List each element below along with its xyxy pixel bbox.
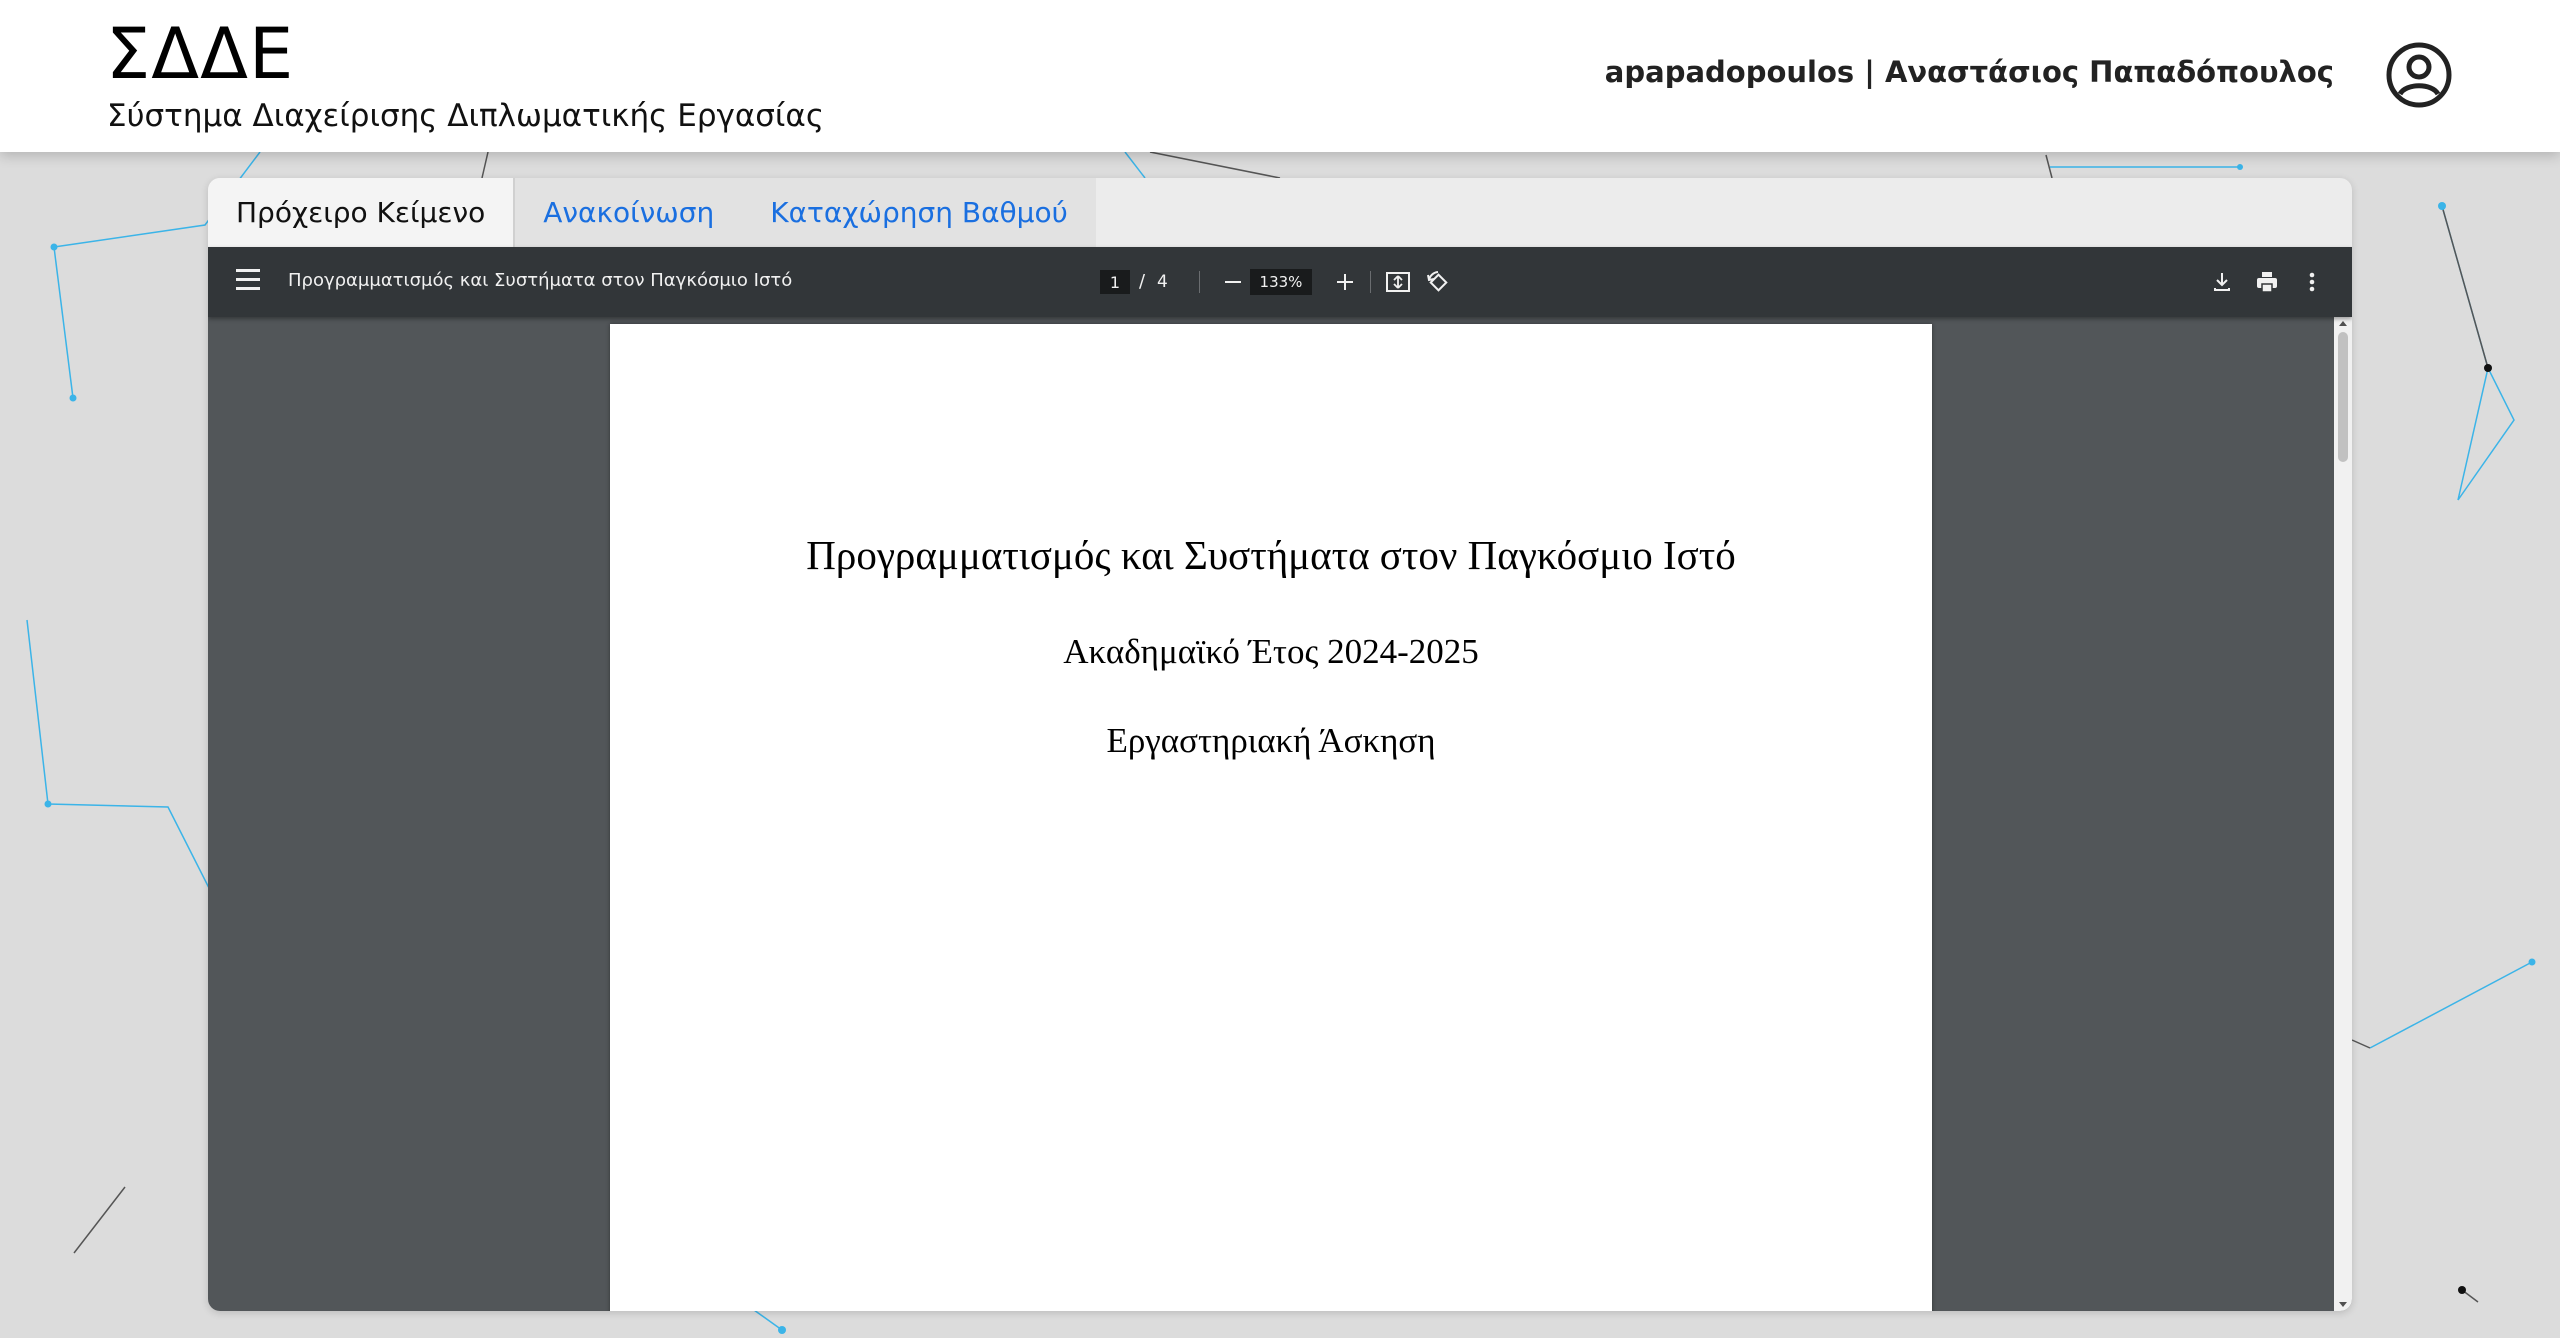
scrollbar-thumb[interactable] <box>2338 332 2348 462</box>
pdf-pages-area[interactable]: Προγραμματισμός και Συστήματα στον Παγκό… <box>208 317 2352 1311</box>
rotate-icon[interactable] <box>1424 268 1452 296</box>
page-total: 4 <box>1157 272 1168 292</box>
zoom-out-icon[interactable] <box>1218 267 1248 297</box>
content-card: Πρόχειρο Κείμενο Ανακοίνωση Καταχώρηση Β… <box>208 178 2352 1311</box>
download-icon[interactable] <box>2208 268 2236 296</box>
fit-page-icon[interactable] <box>1384 268 1412 296</box>
app-logo[interactable]: ΣΔΔΕ <box>106 14 294 94</box>
page-number-input[interactable] <box>1100 270 1130 294</box>
more-vert-icon[interactable] <box>2298 268 2326 296</box>
tab-grade-entry[interactable]: Καταχώρηση Βαθμού <box>742 178 1096 247</box>
zoom-in-icon[interactable] <box>1330 267 1360 297</box>
app-header: ΣΔΔΕ Σύστημα Διαχείρισης Διπλωματικής Ερ… <box>0 0 2560 152</box>
menu-icon[interactable] <box>236 269 260 295</box>
user-name-label: apapadopoulos | Αναστάσιος Παπαδόπουλος <box>1604 55 2334 89</box>
zoom-level-input[interactable] <box>1250 269 1312 295</box>
tab-bar: Πρόχειρο Κείμενο Ανακοίνωση Καταχώρηση Β… <box>208 178 1096 247</box>
pdf-viewer: Προγραμματισμός και Συστήματα στον Παγκό… <box>208 247 2352 1311</box>
pdf-toolbar: Προγραμματισμός και Συστήματα στον Παγκό… <box>208 247 2352 317</box>
vertical-scrollbar[interactable] <box>2334 317 2352 1311</box>
toolbar-divider <box>1199 271 1200 293</box>
page-separator: / <box>1139 271 1146 292</box>
print-icon[interactable] <box>2253 268 2281 296</box>
tab-announcement[interactable]: Ανακοίνωση <box>515 178 743 247</box>
pdf-page-title: Προγραμματισμός και Συστήματα στον Παγκό… <box>806 532 1736 578</box>
pdf-document-title: Προγραμματισμός και Συστήματα στον Παγκό… <box>288 270 793 291</box>
toolbar-divider <box>1370 271 1371 293</box>
pdf-academic-year: Ακαδημαϊκό Έτος 2024-2025 <box>1063 632 1479 671</box>
app-subtitle: Σύστημα Διαχείρισης Διπλωματικής Εργασία… <box>107 98 825 134</box>
pdf-page: Προγραμματισμός και Συστήματα στον Παγκό… <box>610 324 1932 1311</box>
scroll-down-arrow[interactable] <box>2339 1302 2347 1307</box>
account-circle-icon[interactable] <box>2384 40 2454 110</box>
tab-draft-text[interactable]: Πρόχειρο Κείμενο <box>208 178 516 247</box>
pdf-exercise-label: Εργαστηριακή Άσκηση <box>1106 721 1436 760</box>
scroll-up-arrow[interactable] <box>2339 321 2347 326</box>
